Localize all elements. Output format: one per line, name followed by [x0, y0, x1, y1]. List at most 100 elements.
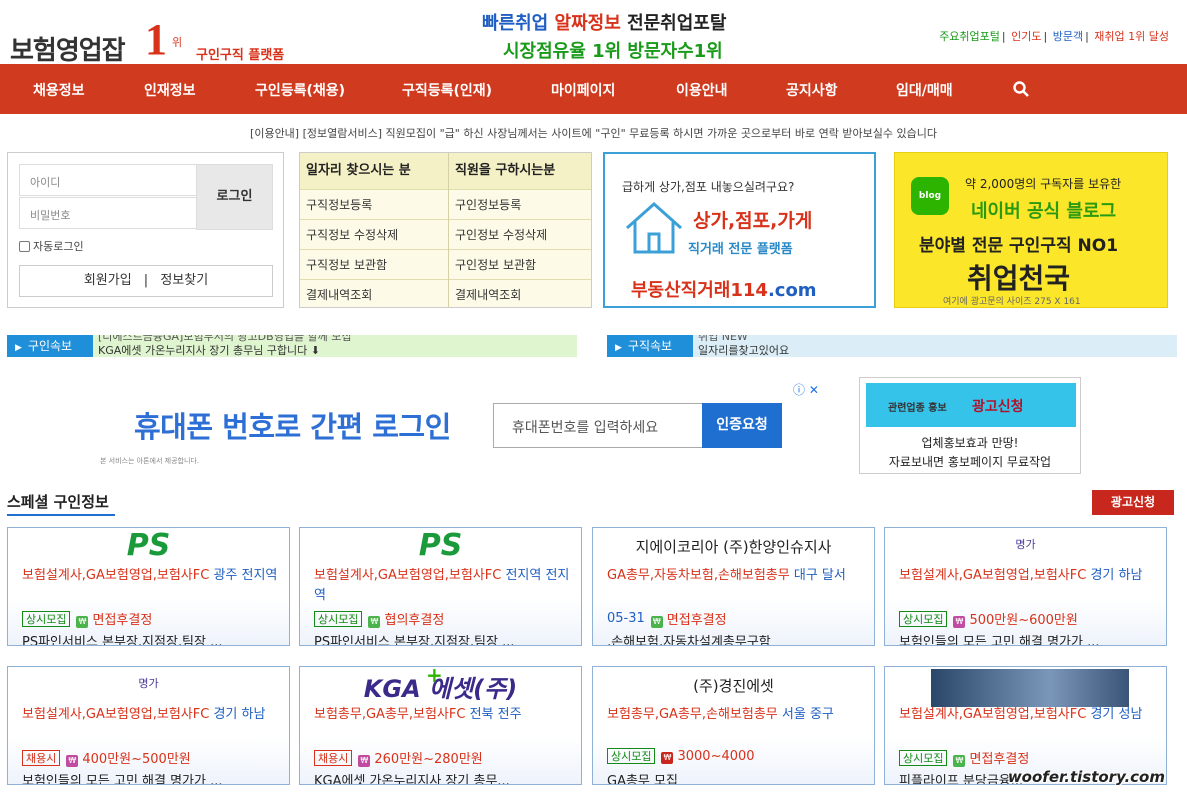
blog-official: 네이버 공식 블로그	[971, 201, 1117, 222]
watermark: woofer.tistory.com	[1007, 768, 1165, 786]
phone-login-title: 휴대폰 번호로 간편 로그인	[134, 410, 451, 444]
job-location: 전북 전주	[469, 707, 522, 722]
job-pay: ₩260만원~280만원	[358, 748, 483, 767]
job-summary: PS파인서비스 본부장,지점장,팀장 ...	[22, 635, 223, 646]
ad-apply-button[interactable]: 광고신청	[1092, 490, 1174, 515]
site-logo[interactable]: 보험영업잡	[10, 30, 126, 67]
realty-banner[interactable]: 급하게 상가,점포 내놓으실려구요? 상가,점포,가게 직거래 전문 플랫폼 부…	[603, 152, 876, 308]
search-icon[interactable]	[1013, 81, 1029, 97]
title-underline	[7, 514, 115, 516]
ticker-item[interactable]: 취업 NEW	[698, 335, 1177, 344]
menu-resume-saved[interactable]: 구직정보 보관함	[300, 249, 448, 279]
status-badge: 상시모집	[314, 610, 363, 627]
job-card[interactable]: 지에이코리아 (주)한양인슈지사 GA총무,자동차보험,손해보험총무 대구 달서 0…	[592, 527, 875, 646]
job-meta: 채용시 ₩400만원~500만원	[22, 748, 191, 767]
menu-resume-register[interactable]: 구직정보등록	[300, 189, 448, 219]
job-category: 보험총무,GA총무,손해보험총무 서울 중구	[607, 707, 834, 722]
blog-banner[interactable]: blog 약 2,000명의 구독자를 보유한 네이버 공식 블로그 분야별 전…	[894, 152, 1168, 308]
job-card[interactable]: 명가보험설계사,GA보험영업,보험사FC 경기 하남채용시 ₩400만원~500만…	[7, 666, 290, 785]
nav-talent[interactable]: 인재정보	[144, 80, 196, 100]
menu-resume-edit[interactable]: 구직정보 수정삭제	[300, 219, 448, 249]
link-separator: |	[143, 273, 149, 288]
job-card[interactable]: KGA 에셋(주) 보험총무,GA총무,보험사FC 전북 전주 채용시 ₩260만원~…	[299, 666, 582, 785]
id-input[interactable]: 아이디	[19, 164, 197, 196]
account-links: 회원가입 | 정보찾기	[19, 265, 273, 297]
house-icon	[626, 201, 682, 254]
nav-notice[interactable]: 공지사항	[786, 80, 838, 100]
status-badge: 채용시	[22, 749, 61, 766]
auto-login[interactable]: 자동로그인	[19, 238, 84, 254]
small-ad-header: 관련업종 홍보 광고신청	[866, 383, 1076, 427]
table-divider	[448, 153, 449, 307]
realty-headline: 상가,점포,가게	[693, 210, 813, 232]
verify-button[interactable]: 인증요청	[702, 403, 782, 448]
top-link-popularity[interactable]: 인기도	[1011, 30, 1041, 43]
top-link-visitors[interactable]: 방문객	[1053, 30, 1083, 43]
nav-guide[interactable]: 이용안내	[676, 80, 728, 100]
company-logo: PS	[418, 528, 463, 563]
top-link-portal[interactable]: 주요취업포털	[939, 30, 1000, 43]
ticker-item[interactable]: KGA에셋 가온누리지사 장기 총무님 구합니다 ⬇	[98, 344, 577, 357]
job-date: 05-31	[607, 611, 645, 626]
realty-url: 부동산직거래114.com	[631, 280, 817, 301]
slogan-line-1: 빠른취업 알짜정보 전문취업포탈	[482, 13, 727, 34]
job-card[interactable]: 명가 보험설계사,GA보험영업,보험사FC 경기 하남 상시모집 ₩500만원~600…	[884, 527, 1167, 646]
password-input[interactable]: 비밀번호	[19, 197, 197, 229]
job-card[interactable]: PS 보험설계사,GA보험영업,보험사FC 광주 전지역 상시모집 ₩ 면접후결정 PS파…	[7, 527, 290, 646]
job-category: 보험설계사,GA보험영업,보험사FC 경기 하남	[899, 568, 1143, 583]
small-ad-line2: 자료보내면 홍보페이지 무료작업	[888, 455, 1052, 469]
kga-plus-icon: +	[426, 666, 443, 687]
realty-question: 급하게 상가,점포 내놓으실려구요?	[622, 180, 795, 194]
job-meta: 상시모집 ₩ 협의후결정	[314, 609, 444, 628]
nav-rent[interactable]: 임대/매매	[896, 80, 953, 100]
quick-menu-table: 일자리 찾으시는 분 직원을 구하시는분 구직정보등록 구직정보 수정삭제 구직…	[299, 152, 592, 308]
menu-job-edit[interactable]: 구인정보 수정삭제	[449, 219, 591, 249]
phone-input[interactable]: 휴대폰번호를 입력하세요	[493, 403, 703, 448]
job-meta: 상시모집 ₩3000~4000	[607, 748, 755, 764]
company-logo: 지에이코리아 (주)한양인슈지사	[635, 538, 832, 556]
nav-post-resume[interactable]: 구직등록(인재)	[402, 80, 492, 100]
job-summary: PS파인서비스 본부장,지점장,팀장 ...	[314, 635, 515, 646]
job-ticker-label[interactable]: 구인속보	[7, 335, 93, 357]
menu-payment-left[interactable]: 결제내역조회	[300, 279, 448, 309]
seeker-ticker-label[interactable]: 구직속보	[607, 335, 693, 357]
menu-job-saved[interactable]: 구인정보 보관함	[449, 249, 591, 279]
slogan-line-2: 시장점유율 1위 방문자수1위	[503, 41, 723, 62]
job-pay: ₩500만원~600만원	[953, 609, 1078, 628]
job-category: 보험설계사,GA보험영업,보험사FC 경기 성남	[899, 707, 1143, 722]
ad-close-icon[interactable]: ⓘ ✕	[793, 381, 819, 398]
company-logo: 명가	[138, 677, 159, 690]
special-section-title: 스페셜 구인정보	[7, 493, 109, 511]
job-card[interactable]: PS 보험설계사,GA보험영업,보험사FC 전지역 전지역 상시모집 ₩ 협의후결정 PS…	[299, 527, 582, 646]
find-account-link[interactable]: 정보찾기	[160, 273, 208, 288]
menu-payment-right[interactable]: 결제내역조회	[449, 279, 591, 309]
ticker-item[interactable]: [디에스트금융GA]보험부서의 광고DB영업을 할께 모집	[98, 335, 577, 344]
nav-mypage[interactable]: 마이페이지	[551, 80, 615, 100]
job-pay: ₩ 협의후결정	[368, 609, 444, 628]
job-category: GA총무,자동차보험,손해보험총무 대구 달서	[607, 568, 846, 583]
nav-jobs[interactable]: 채용정보	[33, 80, 85, 100]
job-meta: 05-31 ₩ 면접후결정	[607, 609, 727, 628]
join-link[interactable]: 회원가입	[84, 273, 132, 288]
menu-job-register[interactable]: 구인정보등록	[449, 189, 591, 219]
auto-login-checkbox[interactable]	[19, 240, 30, 252]
pay-icon: ₩	[953, 616, 966, 628]
small-ad-box[interactable]: 관련업종 홍보 광고신청 업체홍보효과 만땅! 자료보내면 홍보페이지 무료작업	[859, 377, 1081, 474]
phone-login-note: 본 서비스는 아톤에서 제공합니다.	[100, 457, 200, 465]
pay-icon: ₩	[953, 755, 966, 767]
status-badge: 상시모집	[607, 748, 656, 764]
job-summary: ,손해보험,자동차설계총무구함	[607, 635, 771, 646]
job-summary: 보험인들의 모든 고민 해결 명가가 ...	[899, 635, 1100, 646]
job-card[interactable]: (주)경진에셋 보험총무,GA총무,손해보험총무 서울 중구 상시모집 ₩3000~4…	[592, 666, 875, 785]
small-ad-apply[interactable]: 광고신청	[972, 396, 1024, 416]
job-category: 보험설계사,GA보험영업,보험사FC 경기 하남	[22, 707, 266, 722]
top-link-reemploy[interactable]: 재취업 1위 달성	[1094, 30, 1169, 43]
login-button[interactable]: 로그인	[196, 164, 273, 230]
main-nav: 채용정보 인재정보 구인등록(채용) 구직등록(인재) 마이페이지 이용안내 공…	[0, 64, 1187, 114]
job-location: 경기 성남	[1090, 707, 1143, 722]
job-category: 보험설계사,GA보험영업,보험사FC 광주 전지역	[22, 568, 278, 583]
nav-post-job[interactable]: 구인등록(채용)	[255, 80, 345, 100]
ticker-item[interactable]: 일자리를찾고있어요	[698, 344, 1177, 357]
job-ticker: [디에스트금융GA]보험부서의 광고DB영업을 할께 모집 KGA에셋 가온누리…	[93, 335, 577, 357]
seeker-ticker: 취업 NEW 일자리를찾고있어요	[693, 335, 1177, 357]
